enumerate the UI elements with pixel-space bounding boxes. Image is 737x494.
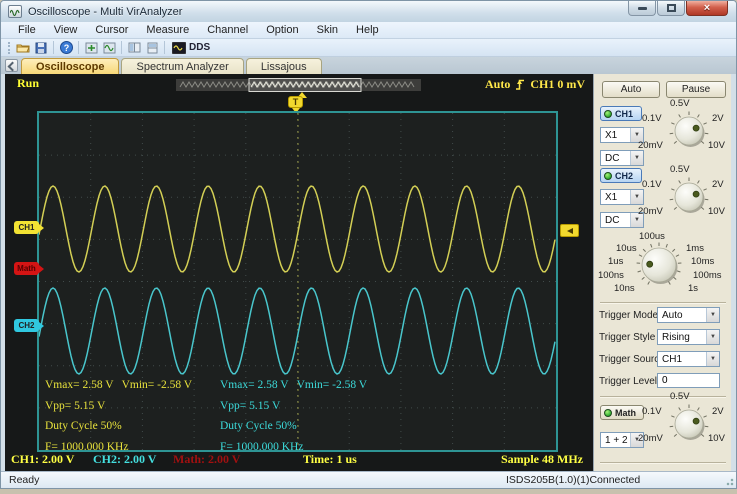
toolbar-separator bbox=[121, 41, 122, 54]
tab-lissajous[interactable]: Lissajous bbox=[245, 58, 322, 74]
ch1-volts-knob[interactable] bbox=[668, 110, 710, 152]
scope-display: Run Auto CH1 0 mV T CH1 Math CH2 Vmax= 2… bbox=[5, 74, 593, 471]
tab-scroll-icon[interactable] bbox=[5, 59, 18, 72]
maximize-button[interactable] bbox=[657, 1, 685, 16]
toolbar: ? DDS bbox=[1, 39, 736, 57]
ch1-measurements: Vmax= 2.58 V Vmin= -2.58 V Vpp= 5.15 V Du… bbox=[45, 379, 193, 453]
ch1-enable-button[interactable]: CH1 bbox=[600, 106, 642, 121]
trigger-mode-label: Trigger Mode bbox=[599, 310, 659, 321]
maximize-icon bbox=[666, 4, 676, 12]
trigger-mode-readout: Auto bbox=[484, 77, 511, 91]
close-button[interactable]: × bbox=[686, 1, 728, 16]
trigger-source-select[interactable]: CH1 bbox=[657, 351, 720, 367]
dds-label: DDS bbox=[189, 42, 211, 53]
scope-info-bar: CH1: 2.00 V CH2: 2.00 V Math: 2.00 V Tim… bbox=[5, 452, 593, 469]
menu-bar: File View Cursor Measure Channel Option … bbox=[1, 22, 736, 39]
timebase-knob[interactable] bbox=[635, 241, 683, 289]
pause-button[interactable]: Pause bbox=[666, 81, 726, 98]
menu-skin[interactable]: Skin bbox=[308, 23, 347, 37]
tab-bar: Oscilloscope Spectrum Analyzer Lissajous bbox=[1, 57, 736, 74]
trigger-mode-select[interactable]: Auto bbox=[657, 307, 720, 323]
minimize-button[interactable] bbox=[628, 1, 656, 16]
timebase-readout: Time: 1 us bbox=[303, 452, 357, 466]
panel-separator bbox=[600, 302, 726, 304]
dds-icon bbox=[172, 41, 186, 54]
math-scale-readout: Math: 2.00 V bbox=[173, 452, 241, 466]
help-icon[interactable]: ? bbox=[57, 40, 75, 56]
trigger-style-select[interactable]: Rising bbox=[657, 329, 720, 345]
trigger-readout: Auto CH1 0 mV bbox=[485, 77, 585, 92]
toolbar-grip[interactable] bbox=[8, 41, 11, 54]
minimize-icon bbox=[637, 6, 647, 10]
close-icon: × bbox=[703, 1, 711, 14]
ch2-volts-knob[interactable] bbox=[668, 176, 710, 218]
chevron-down-icon bbox=[706, 308, 719, 322]
toolbar-separator bbox=[53, 41, 54, 54]
ch2-level-tag[interactable]: CH2 bbox=[14, 319, 44, 332]
sample-rate-readout: Sample 48 MHz bbox=[501, 452, 583, 466]
status-text: Ready bbox=[9, 474, 40, 486]
ch2-led-icon bbox=[604, 171, 612, 180]
ch2-measurements: Vmax= 2.58 V Vmin= -2.58 V Vpp= 5.15 V Du… bbox=[220, 379, 368, 453]
waveform-preview-strip[interactable] bbox=[176, 78, 421, 92]
tile-horizontal-icon[interactable] bbox=[125, 40, 143, 56]
math-led-icon bbox=[604, 408, 612, 417]
math-level-tag[interactable]: Math bbox=[14, 262, 44, 275]
measure-icon[interactable] bbox=[82, 40, 100, 56]
dds-button[interactable]: DDS bbox=[168, 40, 214, 56]
chevron-down-icon bbox=[706, 330, 719, 344]
status-bar: Ready ISDS205B(1.0)(1)Connected bbox=[1, 471, 736, 488]
menu-measure[interactable]: Measure bbox=[137, 23, 198, 37]
tab-oscilloscope[interactable]: Oscilloscope bbox=[21, 58, 120, 74]
toolbar-separator bbox=[164, 41, 165, 54]
tile-vertical-icon[interactable] bbox=[143, 40, 161, 56]
ch1-volt-knob-group: 0.5V 0.1V 2V 20mV 10V bbox=[638, 98, 725, 152]
math-volt-knob-group: 0.5V 0.1V 2V 20mV 10V bbox=[638, 391, 725, 445]
app-icon bbox=[8, 5, 22, 18]
menu-file[interactable]: File bbox=[9, 23, 45, 37]
main-content: Run Auto CH1 0 mV T CH1 Math CH2 Vmax= 2… bbox=[1, 74, 736, 471]
title-bar: Oscilloscope - Multi VirAnalyzer × bbox=[1, 1, 736, 22]
ch2-scale-readout: CH2: 2.00 V bbox=[93, 452, 157, 466]
open-icon[interactable] bbox=[14, 40, 32, 56]
svg-text:?: ? bbox=[63, 43, 69, 53]
trigger-source-label: Trigger Source bbox=[599, 354, 665, 365]
control-panel: Auto Pause CH1 X1 DC 0.5V 0.1V 2V 20mV 1… bbox=[593, 74, 731, 471]
app-window: Oscilloscope - Multi VirAnalyzer × File … bbox=[0, 0, 737, 489]
math-volts-knob[interactable] bbox=[668, 403, 710, 445]
panel-separator bbox=[600, 462, 726, 464]
rising-edge-icon bbox=[516, 79, 525, 90]
auto-button[interactable]: Auto bbox=[602, 81, 660, 98]
tab-spectrum-analyzer[interactable]: Spectrum Analyzer bbox=[121, 58, 244, 74]
menu-help[interactable]: Help bbox=[347, 23, 388, 37]
trigger-style-label: Trigger Style bbox=[599, 332, 656, 343]
ch1-led-icon bbox=[604, 109, 612, 118]
device-connection-status: ISDS205B(1.0)(1)Connected bbox=[506, 474, 641, 486]
menu-option[interactable]: Option bbox=[257, 23, 307, 37]
ch2-enable-button[interactable]: CH2 bbox=[600, 168, 642, 183]
toolbar-separator bbox=[78, 41, 79, 54]
menu-channel[interactable]: Channel bbox=[198, 23, 257, 37]
trigger-level-tag[interactable] bbox=[560, 224, 579, 237]
menu-view[interactable]: View bbox=[45, 23, 87, 37]
menu-cursor[interactable]: Cursor bbox=[86, 23, 137, 37]
trigger-source-readout: CH1 0 mV bbox=[530, 77, 585, 91]
ch1-scale-readout: CH1: 2.00 V bbox=[11, 452, 75, 466]
trigger-level-input[interactable] bbox=[657, 373, 720, 388]
waveform-icon[interactable] bbox=[100, 40, 118, 56]
ch1-level-tag[interactable]: CH1 bbox=[14, 221, 44, 234]
run-status-label: Run bbox=[17, 76, 40, 90]
ch2-volt-knob-group: 0.5V 0.1V 2V 20mV 10V bbox=[638, 164, 725, 218]
resize-grip[interactable] bbox=[724, 476, 734, 486]
window-title: Oscilloscope - Multi VirAnalyzer bbox=[28, 5, 183, 18]
chevron-down-icon bbox=[706, 352, 719, 366]
timebase-knob-group: 100us 10us 1ms 1us 10ms 100ns 100ms 10ns… bbox=[598, 231, 722, 294]
save-icon[interactable] bbox=[32, 40, 50, 56]
trigger-position-tag[interactable]: T bbox=[288, 96, 303, 113]
